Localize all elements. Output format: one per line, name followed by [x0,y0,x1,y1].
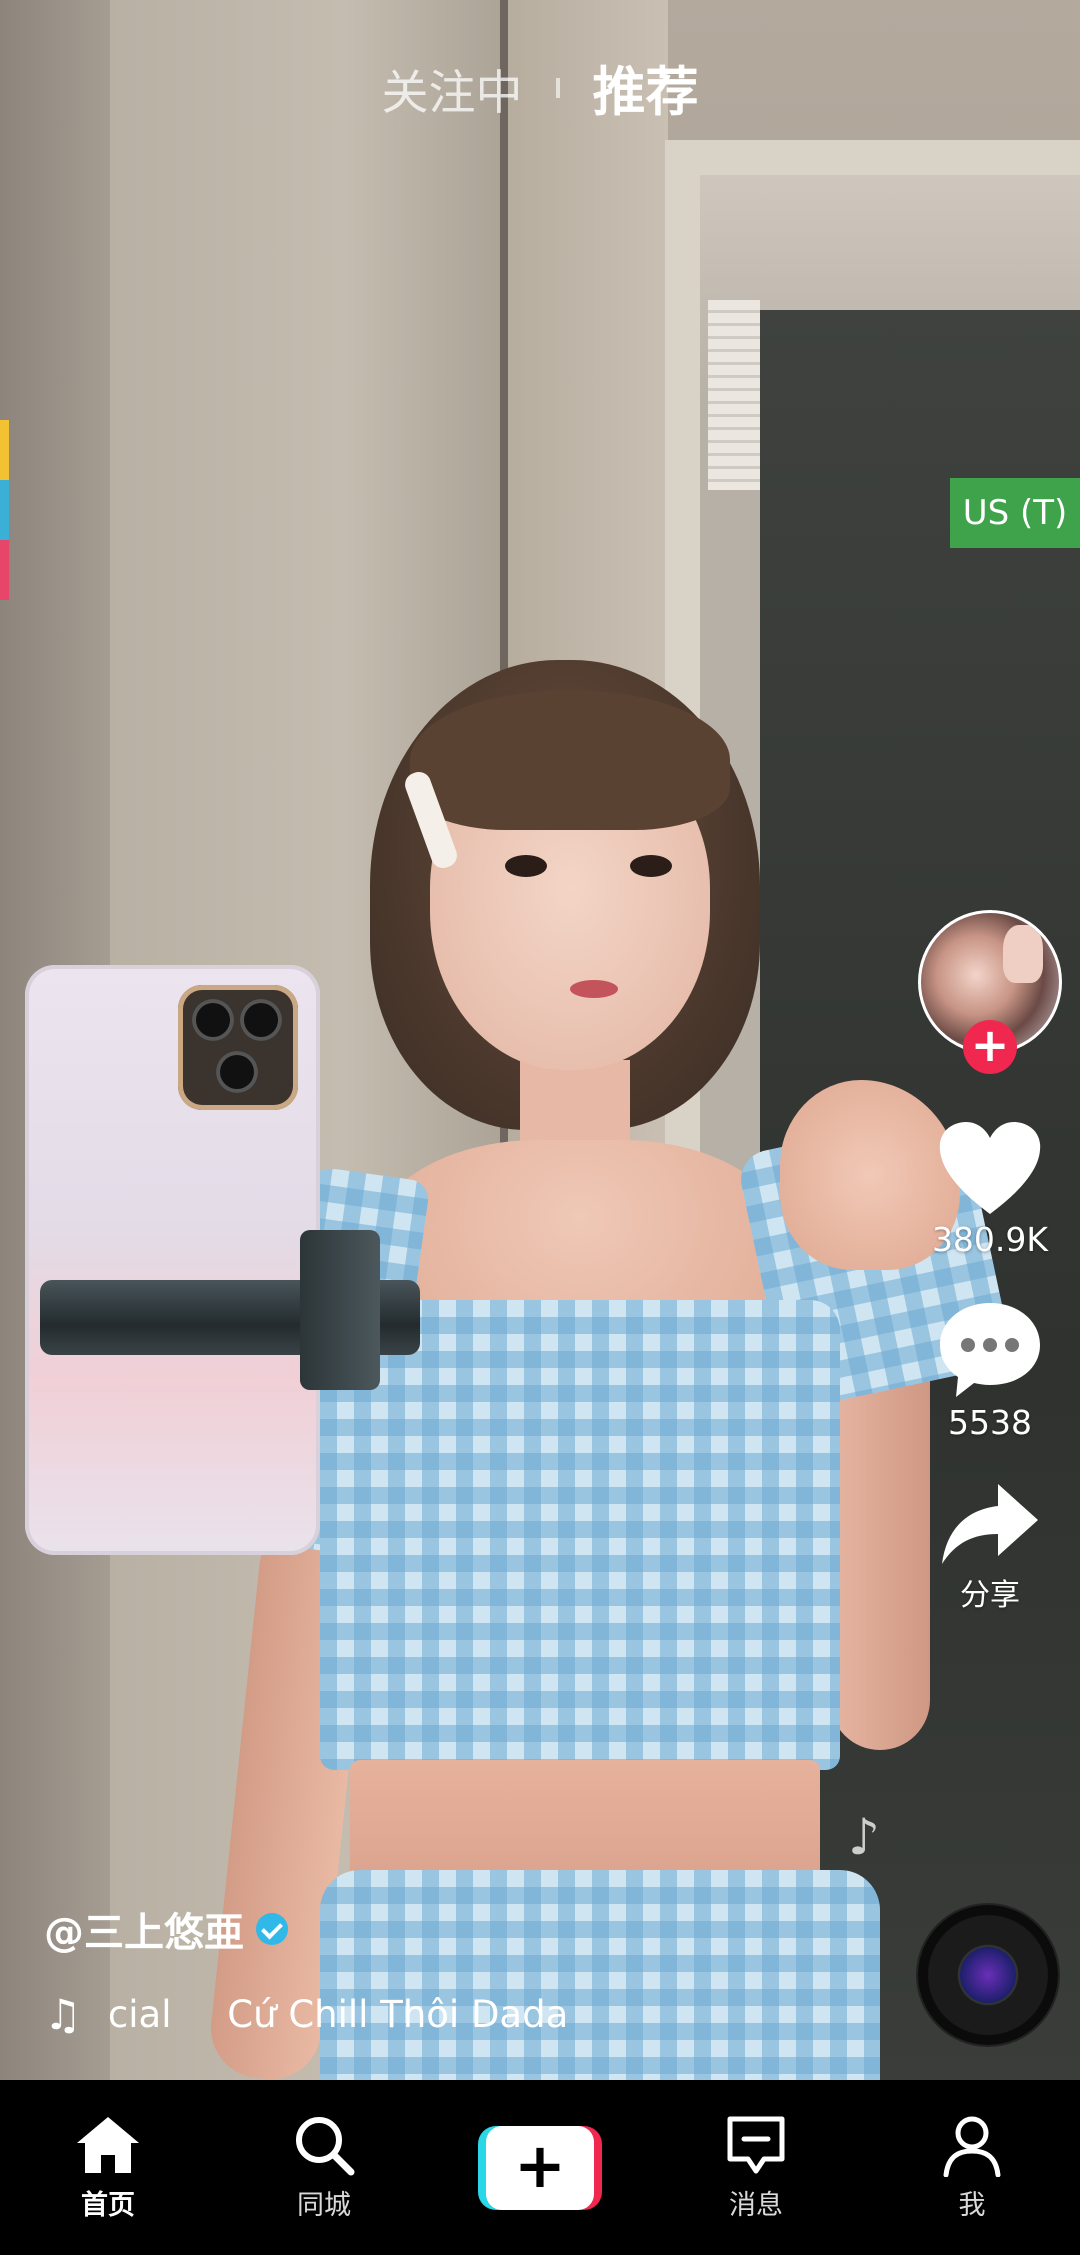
nav-nearby-label: 同城 [297,2190,351,2221]
music-title-trailing: icial [106,1993,172,2036]
comment-bubble-icon [940,1303,1040,1397]
like-count: 380.9K [931,1220,1049,1259]
nav-me[interactable]: 我 [882,2113,1062,2222]
comment-count: 5538 [948,1403,1032,1442]
home-icon [77,2117,139,2173]
tab-divider [555,78,560,98]
tab-following[interactable]: 关注中 [382,54,523,123]
username-text: @三上悠亜 [44,1910,244,1956]
video-person-eye [630,855,672,877]
verified-badge-icon [256,1913,288,1945]
video-phone-camera [178,985,298,1110]
create-button[interactable]: + [478,2125,602,2210]
share-label: 分享 [960,1578,1020,1613]
video-person-lips [570,980,618,998]
music-marquee: icial Cứ Chill Thôi Dada [106,1993,606,2036]
music-info[interactable]: ♫ icial Cứ Chill Thôi Dada [44,1990,606,2039]
strip-segment [0,420,9,480]
nav-home-label: 首页 [81,2190,135,2221]
edge-color-strip [0,420,9,600]
music-note-icon: ♫ [44,1990,82,2039]
avatar-photo-detail [1003,925,1043,983]
nav-messages[interactable]: 消息 [666,2113,846,2222]
floating-music-note-icon: ♪ [848,1808,880,1866]
video-person-eye [505,855,547,877]
person-icon [943,2116,1001,2177]
feed-tabs: 关注中 推荐 [0,50,1080,123]
music-disc-button[interactable] [918,1905,1058,2045]
video-door-sticker [708,300,760,490]
heart-icon [939,1122,1041,1214]
video-caption: @三上悠亜 ♫ icial Cứ Chill Thôi Dada [44,1900,606,2039]
share-arrow-icon [942,1484,1038,1564]
like-button[interactable]: 380.9K [900,1118,1080,1259]
nav-create[interactable]: + [450,2125,630,2210]
plus-icon: + [486,2125,594,2210]
action-column: + 380.9K 5538 分享 [900,910,1080,1614]
search-icon [296,2117,355,2176]
nav-nearby[interactable]: 同城 [234,2113,414,2222]
strip-segment [0,480,9,540]
app-screen: 关注中 推荐 US (T) + 380.9K 5538 分享 @三上悠亜 ♫ c… [0,0,1080,2255]
message-icon [727,2116,785,2174]
video-person-top [320,1300,840,1770]
nav-messages-label: 消息 [729,2190,783,2221]
video-tripod-clamp [300,1230,380,1390]
nav-me-label: 我 [958,2190,986,2221]
follow-button[interactable]: + [963,1020,1017,1074]
bottom-navigation: 首页 同城 + 消息 我 [0,2080,1080,2255]
strip-segment [0,540,9,600]
share-button[interactable]: 分享 [900,1480,1080,1614]
video-person-bangs [410,690,730,830]
camera-lens [192,999,234,1041]
camera-lens [240,999,282,1041]
tab-recommend[interactable]: 推荐 [592,50,698,126]
music-title: Cứ Chill Thôi Dada [227,1993,569,2036]
camera-lens [216,1051,258,1093]
creator-username[interactable]: @三上悠亜 [44,1900,606,1958]
comment-button[interactable]: 5538 [900,1297,1080,1442]
nav-home[interactable]: 首页 [18,2113,198,2222]
region-badge: US (T) [950,478,1080,548]
creator-avatar-group: + [915,910,1065,1080]
music-disc-cover [960,1947,1016,2003]
